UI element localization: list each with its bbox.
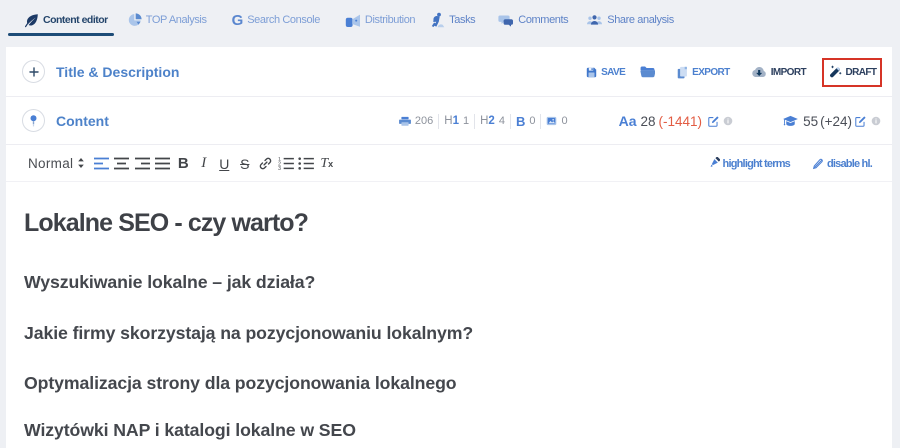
svg-text:3: 3: [278, 166, 281, 170]
